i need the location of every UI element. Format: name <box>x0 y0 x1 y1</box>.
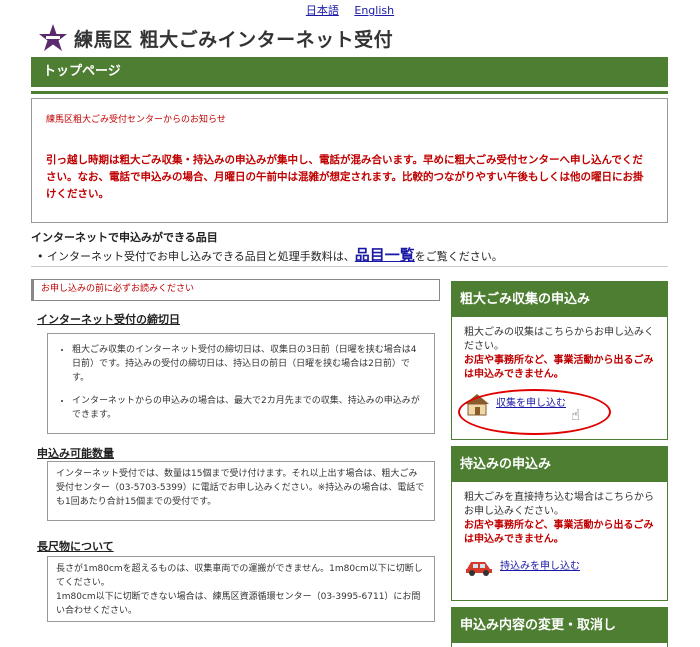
page-title-bar: トップページ <box>31 57 668 87</box>
deadline-box: 粗大ごみ収集のインターネット受付の締切日は、収集日の3日前（日曜を挟む場合は4日… <box>47 333 435 434</box>
collect-text: 粗大ごみの収集はこちらからお申し込みください。 <box>464 327 654 352</box>
divider <box>31 266 668 267</box>
item-list-link[interactable]: 品目一覧 <box>355 246 415 264</box>
language-switcher: 日本語 English <box>0 2 700 18</box>
deadline-item: インターネットからの申込みの場合は、最大で2カ月先までの収集、持込みの申込みがで… <box>72 394 424 422</box>
nerima-star-logo <box>39 24 67 51</box>
items-text: • インターネット受付でお申し込みできる品目と処理手数料は、品目一覧をご覧くださ… <box>37 246 503 264</box>
lang-ja-link[interactable]: 日本語 <box>306 4 339 17</box>
items-heading: インターネットで申込みができる品目 <box>31 231 218 244</box>
deadline-heading: インターネット受付の締切日 <box>37 313 180 326</box>
collect-warning: お店や事務所など、事業活動から出るごみは申込みできません。 <box>464 355 654 380</box>
bring-panel: 持込みの申込み 粗大ごみを直接持ち込む場合はこちらからお申し込みください。 お店… <box>451 446 668 601</box>
highlight-circle <box>458 389 611 435</box>
notice-title: 練馬区粗大ごみ受付センターからのお知らせ <box>46 115 226 125</box>
lang-en-link[interactable]: English <box>354 4 394 17</box>
site-title: 練馬区 粗大ごみインターネット受付 <box>74 28 394 51</box>
notice-box: 練馬区粗大ごみ受付センターからのお知らせ 引っ越し時期は粗大ごみ収集・持込みの申… <box>31 98 668 223</box>
deadline-item: 粗大ごみ収集のインターネット受付の締切日は、収集日の3日前（日曜を挟む場合は4日… <box>72 343 424 385</box>
hand-cursor-icon: ☝ <box>571 406 581 424</box>
site-header: 練馬区 粗大ごみインターネット受付 <box>38 20 393 56</box>
items-text-after: をご覧ください。 <box>414 250 503 263</box>
items-text-before: インターネット受付でお申し込みできる品目と処理手数料は、 <box>47 250 355 263</box>
quantity-heading: 申込み可能数量 <box>37 447 114 460</box>
change-heading: 申込み内容の変更・取消し <box>452 608 667 643</box>
quantity-text: インターネット受付では、数量は15個まで受け付けます。それ以上出す場合は、粗大ご… <box>56 469 425 507</box>
bring-heading: 持込みの申込み <box>452 447 667 482</box>
long-items-heading: 長尺物について <box>37 540 114 553</box>
long-items-box: 長さが1m80cmを超えるものは、収集車両での運搬ができません。1m80cm以下… <box>47 556 435 622</box>
notice-body: 引っ越し時期は粗大ごみ収集・持込みの申込みが集中し、電話が混み合います。早めに粗… <box>46 154 644 200</box>
change-panel: 申込み内容の変更・取消し <box>451 607 668 647</box>
divider <box>31 91 668 94</box>
car-icon <box>466 562 492 576</box>
read-before-alert: お申し込みの前に必ずお読みください <box>31 279 440 301</box>
quantity-box: インターネット受付では、数量は15個まで受け付けます。それ以上出す場合は、粗大ご… <box>47 461 435 521</box>
bring-apply-link[interactable]: 持込みを申し込む <box>500 560 580 574</box>
long-items-text-2: 1m80cm以下に切断できない場合は、練馬区資源循環センター（03-3995-6… <box>56 592 421 616</box>
long-items-text-1: 長さが1m80cmを超えるものは、収集車両での運搬ができません。1m80cm以下… <box>56 564 423 588</box>
bring-text: 粗大ごみを直接持ち込む場合はこちらからお申し込みください。 <box>464 492 654 517</box>
bring-warning: お店や事務所など、事業活動から出るごみは申込みできません。 <box>464 520 654 545</box>
collect-heading: 粗大ごみ収集の申込み <box>452 282 667 317</box>
